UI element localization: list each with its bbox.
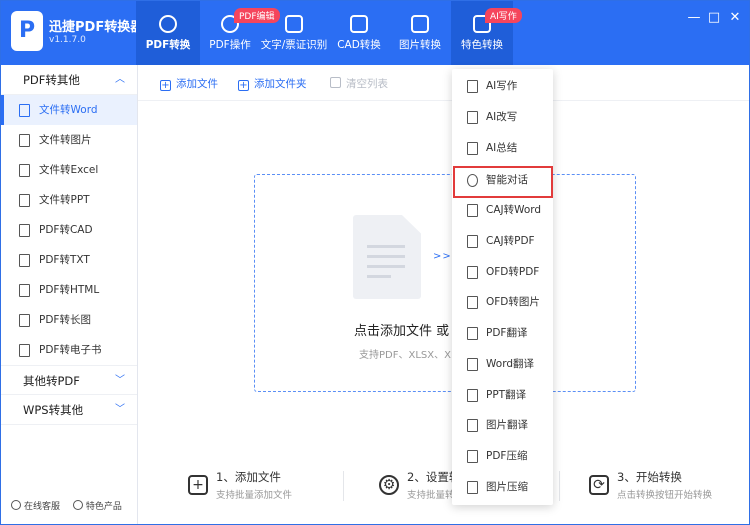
chevron-up-icon: ︿ — [115, 74, 125, 85]
sidebar-item-pdf-to-txt[interactable]: PDF转TXT — [1, 245, 137, 275]
image-file-icon — [467, 419, 478, 432]
pdf-file-icon — [467, 266, 478, 279]
sidebar-item-file-to-image[interactable]: 文件转图片 — [1, 125, 137, 155]
chat-icon — [467, 174, 478, 187]
ai-summary-icon — [467, 142, 478, 155]
image-file-icon — [467, 296, 478, 309]
add-folder-icon: + — [238, 80, 249, 91]
gear-icon: ⚙ — [379, 475, 399, 495]
long-image-icon — [19, 314, 30, 327]
ai-writing-badge: AI写作 — [485, 8, 522, 23]
special-convert-dropdown: AI写作 AI改写 AI总结 智能对话 CAJ转Word CAJ转PDF OFD… — [452, 69, 553, 505]
cad-icon — [350, 15, 368, 33]
drop-zone-subtitle: 支持PDF、XLSX、XLS — [359, 350, 463, 361]
pdf-file-icon — [467, 235, 478, 248]
sidebar-footer: 在线客服 特色产品 — [11, 499, 132, 512]
image-file-icon — [19, 134, 30, 147]
compress-icon — [467, 481, 478, 494]
sidebar-item-pdf-to-html[interactable]: PDF转HTML — [1, 275, 137, 305]
step-divider — [343, 471, 344, 501]
menu-item-ai-writing[interactable]: AI写作 — [452, 71, 553, 101]
compress-icon — [467, 450, 478, 463]
sidebar-item-file-to-ppt[interactable]: 文件转PPT — [1, 185, 137, 215]
step-divider — [559, 471, 560, 501]
close-button[interactable]: ✕ — [728, 11, 742, 25]
sidebar-item-file-to-word[interactable]: 文件转Word — [1, 95, 137, 125]
tab-cad-convert[interactable]: CAD转换 — [334, 1, 384, 65]
cad-file-icon — [19, 224, 30, 237]
add-file-icon: + — [160, 80, 171, 91]
trash-icon — [330, 77, 341, 88]
app-window: P 迅捷PDF转换器 v1.1.7.0 PDF转换 PDF操作 PDF编辑 文字… — [0, 0, 750, 525]
add-file-button[interactable]: + 添加文件 — [160, 76, 218, 91]
file-drop-zone[interactable]: >>> 点击添加文件 或 拖 支持PDF、XLSX、XLS — [254, 174, 636, 392]
sidebar-item-pdf-to-cad[interactable]: PDF转CAD — [1, 215, 137, 245]
txt-file-icon — [19, 254, 30, 267]
menu-item-image-translate[interactable]: 图片翻译 — [452, 410, 553, 440]
tab-pdf-convert[interactable]: PDF转换 — [136, 1, 200, 65]
menu-item-ppt-translate[interactable]: PPT翻译 — [452, 380, 553, 410]
clear-list-button[interactable]: 清空列表 — [330, 76, 388, 91]
app-name: 迅捷PDF转换器 — [49, 20, 144, 35]
menu-item-caj-to-pdf[interactable]: CAJ转PDF — [452, 226, 553, 256]
menu-item-ai-rewrite[interactable]: AI改写 — [452, 102, 553, 132]
menu-item-word-translate[interactable]: Word翻译 — [452, 349, 553, 379]
tab-image-convert[interactable]: 图片转换 — [396, 1, 444, 65]
menu-item-ofd-to-image[interactable]: OFD转图片 — [452, 287, 553, 317]
image-icon — [411, 15, 429, 33]
toolbar: + 添加文件 + 添加文件夹 清空列表 — [138, 65, 749, 101]
minimize-button[interactable]: — — [687, 11, 701, 25]
pen-icon — [467, 80, 478, 93]
product-icon — [72, 500, 83, 510]
app-version: v1.1.7.0 — [49, 35, 86, 45]
translate-icon — [467, 358, 478, 371]
chevron-down-icon: ﹀ — [115, 404, 125, 415]
document-icon — [353, 215, 421, 299]
maximize-button[interactable]: □ — [707, 11, 721, 25]
add-file-step-icon: + — [188, 475, 208, 495]
sidebar-group-other-to-pdf[interactable]: 其他转PDF ﹀ — [1, 365, 137, 395]
sidebar-group-wps-to-other[interactable]: WPS转其他 ﹀ — [1, 395, 137, 425]
headset-icon — [11, 500, 21, 510]
chevron-down-icon: ﹀ — [115, 375, 125, 386]
online-service-link[interactable]: 在线客服 — [11, 500, 60, 512]
ocr-icon — [285, 15, 303, 33]
magic-wand-icon — [467, 111, 478, 124]
menu-item-pdf-translate[interactable]: PDF翻译 — [452, 318, 553, 348]
add-folder-button[interactable]: + 添加文件夹 — [238, 76, 307, 91]
app-logo: P — [11, 11, 43, 51]
menu-item-caj-to-word[interactable]: CAJ转Word — [452, 195, 553, 225]
menu-item-ai-summary[interactable]: AI总结 — [452, 133, 553, 163]
word-file-icon — [19, 104, 30, 117]
sidebar-item-file-to-excel[interactable]: 文件转Excel — [1, 155, 137, 185]
ppt-file-icon — [19, 194, 30, 207]
top-bar: P 迅捷PDF转换器 v1.1.7.0 PDF转换 PDF操作 PDF编辑 文字… — [1, 1, 749, 65]
menu-item-pdf-compress[interactable]: PDF压缩 — [452, 441, 553, 471]
translate-icon — [467, 327, 478, 340]
convert-icon — [159, 15, 177, 33]
sidebar-item-pdf-to-ebook[interactable]: PDF转电子书 — [1, 335, 137, 365]
sidebar: PDF转其他 ︿ 文件转Word 文件转图片 文件转Excel 文件转PPT P… — [1, 65, 138, 524]
special-products-link[interactable]: 特色产品 — [72, 500, 122, 512]
translate-icon — [467, 389, 478, 402]
menu-item-image-compress[interactable]: 图片压缩 — [452, 472, 553, 502]
menu-item-ofd-to-pdf[interactable]: OFD转PDF — [452, 257, 553, 287]
html-file-icon — [19, 284, 30, 297]
convert-step-icon: ⟳ — [589, 475, 609, 495]
word-file-icon — [467, 204, 478, 217]
ebook-file-icon — [19, 344, 30, 357]
drop-zone-title: 点击添加文件 或 拖 — [354, 324, 467, 339]
tab-ocr[interactable]: 文字/票证识别 — [259, 1, 329, 65]
sidebar-item-pdf-to-long-image[interactable]: PDF转长图 — [1, 305, 137, 335]
menu-item-smart-chat[interactable]: 智能对话 — [452, 165, 553, 195]
excel-file-icon — [19, 164, 30, 177]
sidebar-group-pdf-to-other[interactable]: PDF转其他 ︿ — [1, 65, 137, 95]
